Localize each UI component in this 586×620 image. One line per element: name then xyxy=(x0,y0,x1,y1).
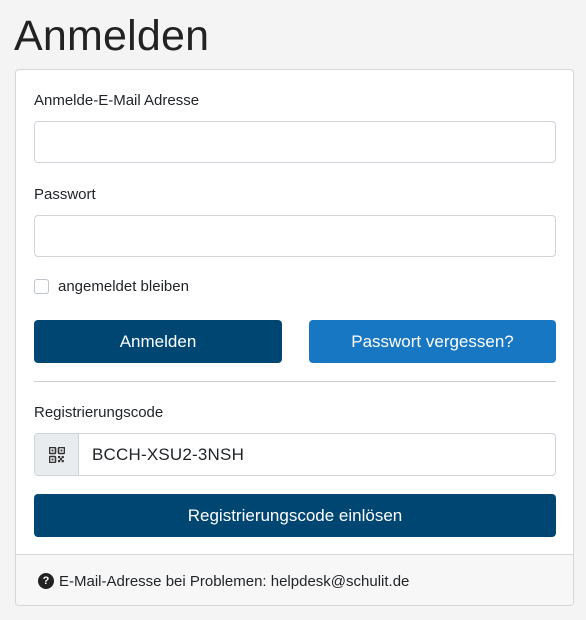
forgot-password-button[interactable]: Passwort vergessen? xyxy=(309,320,556,363)
email-field[interactable] xyxy=(34,121,556,163)
registration-code-input-group[interactable]: BCCH-XSU2-3NSH xyxy=(34,433,556,476)
redeem-code-button[interactable]: Registrierungscode einlösen xyxy=(34,494,556,537)
password-field[interactable] xyxy=(34,215,556,257)
divider xyxy=(34,381,556,382)
email-label: Anmelde-E-Mail Adresse xyxy=(34,92,200,109)
password-label: Passwort xyxy=(34,186,96,203)
registration-code-label: Registrierungscode xyxy=(34,404,164,421)
remember-me-label[interactable]: angemeldet bleiben xyxy=(58,278,189,295)
question-circle-icon: ? xyxy=(38,573,54,589)
page-title: Anmelden xyxy=(14,12,210,60)
remember-me-row[interactable]: angemeldet bleiben xyxy=(34,278,189,295)
help-text: E-Mail-Adresse bei Problemen: helpdesk@s… xyxy=(59,572,410,590)
registration-code-input[interactable]: BCCH-XSU2-3NSH xyxy=(79,434,555,475)
qrcode-icon xyxy=(35,434,79,475)
remember-me-checkbox[interactable] xyxy=(34,279,49,294)
login-card: Anmelde-E-Mail Adresse Passwort angemeld… xyxy=(15,69,574,606)
card-footer: ? E-Mail-Adresse bei Problemen: helpdesk… xyxy=(16,554,573,605)
login-button[interactable]: Anmelden xyxy=(34,320,282,363)
login-form: Anmelde-E-Mail Adresse Passwort angemeld… xyxy=(16,70,573,554)
